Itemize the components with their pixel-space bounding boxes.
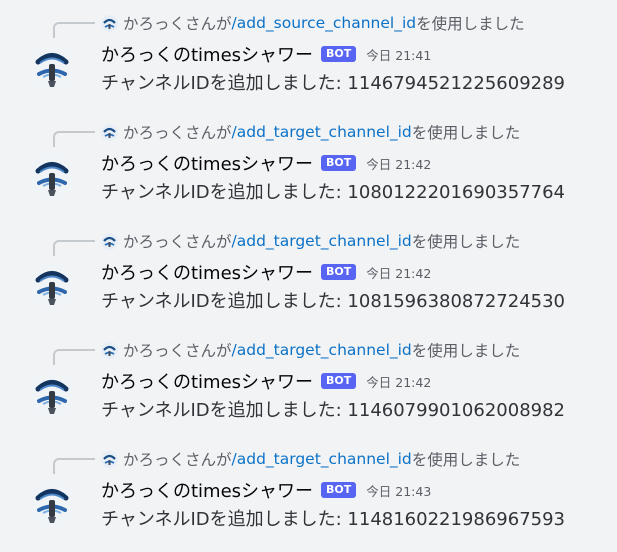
command-context-suffix: を使用しました — [411, 451, 521, 469]
shower-head-avatar-icon — [27, 479, 77, 529]
bot-badge: BOT — [321, 264, 357, 280]
command-context-suffix: を使用しました — [411, 342, 521, 360]
timestamp[interactable]: 今日 21:43 — [366, 481, 431, 500]
author-name[interactable]: かろっくのtimesシャワー — [101, 368, 313, 394]
message-content: チャンネルIDを追加しました: 1146079901062008982 — [101, 400, 566, 421]
bot-badge: BOT — [321, 155, 357, 171]
message: かろっくさんが /add_target_channel_id を使用しました か… — [0, 327, 617, 436]
message-header: かろっくのtimesシャワー BOT 今日 21:42 — [101, 150, 431, 176]
invoking-user-name[interactable]: かろっくさんが — [123, 12, 232, 34]
timestamp[interactable]: 今日 21:42 — [366, 263, 431, 282]
user-avatar-icon — [101, 450, 118, 468]
timestamp[interactable]: 今日 21:42 — [366, 154, 431, 173]
command-context[interactable]: かろっくさんが /add_target_channel_id を使用しました — [101, 120, 520, 144]
timestamp[interactable]: 今日 21:42 — [366, 372, 431, 391]
message-header: かろっくのtimesシャワー BOT 今日 21:43 — [101, 477, 431, 503]
message: かろっくさんが /add_target_channel_id を使用しました か… — [0, 109, 617, 218]
message-content: チャンネルIDを追加しました: 1081596380872724530 — [101, 291, 566, 312]
bot-avatar[interactable] — [27, 152, 77, 202]
command-context[interactable]: かろっくさんが /add_target_channel_id を使用しました — [101, 229, 520, 253]
message: かろっくさんが /add_target_channel_id を使用しました か… — [0, 218, 617, 327]
user-avatar-icon — [101, 123, 118, 141]
author-name[interactable]: かろっくのtimesシャワー — [101, 259, 313, 285]
slash-command-link[interactable]: /add_source_channel_id — [232, 14, 417, 32]
message-content: チャンネルIDを追加しました: 1146794521225609289 — [101, 73, 566, 94]
user-avatar-icon — [101, 14, 118, 32]
shower-head-avatar-icon — [27, 261, 77, 311]
command-context[interactable]: かろっくさんが /add_target_channel_id を使用しました — [101, 447, 520, 471]
reply-line — [53, 458, 95, 474]
message: かろっくさんが /add_target_channel_id を使用しました か… — [0, 436, 617, 545]
slash-command-link[interactable]: /add_target_channel_id — [232, 450, 412, 468]
invoking-user-name[interactable]: かろっくさんが — [123, 121, 232, 143]
command-context-suffix: を使用しました — [416, 15, 525, 33]
timestamp[interactable]: 今日 21:41 — [366, 45, 431, 64]
author-name[interactable]: かろっくのtimesシャワー — [101, 477, 313, 503]
bot-avatar[interactable] — [27, 43, 77, 93]
slash-command-link[interactable]: /add_target_channel_id — [232, 232, 412, 250]
message: かろっくさんが /add_source_channel_id を使用しました か… — [0, 0, 617, 109]
bot-avatar[interactable] — [27, 370, 77, 420]
shower-head-avatar-icon — [27, 370, 77, 420]
command-context[interactable]: かろっくさんが /add_source_channel_id を使用しました — [101, 11, 525, 35]
bot-badge: BOT — [321, 482, 357, 498]
invoking-user-name[interactable]: かろっくさんが — [123, 230, 232, 252]
invoking-user-name[interactable]: かろっくさんが — [123, 339, 232, 361]
message-header: かろっくのtimesシャワー BOT 今日 21:41 — [101, 41, 431, 67]
shower-head-avatar-icon — [27, 43, 77, 93]
reply-line — [53, 131, 95, 147]
author-name[interactable]: かろっくのtimesシャワー — [101, 41, 313, 67]
shower-head-avatar-icon — [27, 152, 77, 202]
command-context[interactable]: かろっくさんが /add_target_channel_id を使用しました — [101, 338, 520, 362]
message-content: チャンネルIDを追加しました: 1080122201690357764 — [101, 182, 566, 203]
bot-avatar[interactable] — [27, 479, 77, 529]
slash-command-link[interactable]: /add_target_channel_id — [232, 341, 412, 359]
user-avatar-icon — [101, 232, 118, 250]
bot-badge: BOT — [321, 46, 357, 62]
invoking-user-name[interactable]: かろっくさんが — [123, 448, 232, 470]
author-name[interactable]: かろっくのtimesシャワー — [101, 150, 313, 176]
reply-line — [53, 22, 95, 38]
user-avatar-icon — [101, 341, 118, 359]
reply-line — [53, 349, 95, 365]
command-context-suffix: を使用しました — [411, 124, 521, 142]
message-header: かろっくのtimesシャワー BOT 今日 21:42 — [101, 368, 431, 394]
message-content: チャンネルIDを追加しました: 1148160221986967593 — [101, 509, 566, 530]
slash-command-link[interactable]: /add_target_channel_id — [232, 123, 412, 141]
command-context-suffix: を使用しました — [411, 233, 521, 251]
bot-badge: BOT — [321, 373, 357, 389]
bot-avatar[interactable] — [27, 261, 77, 311]
message-feed: かろっくさんが /add_source_channel_id を使用しました か… — [0, 0, 617, 552]
message-header: かろっくのtimesシャワー BOT 今日 21:42 — [101, 259, 431, 285]
reply-line — [53, 240, 95, 256]
